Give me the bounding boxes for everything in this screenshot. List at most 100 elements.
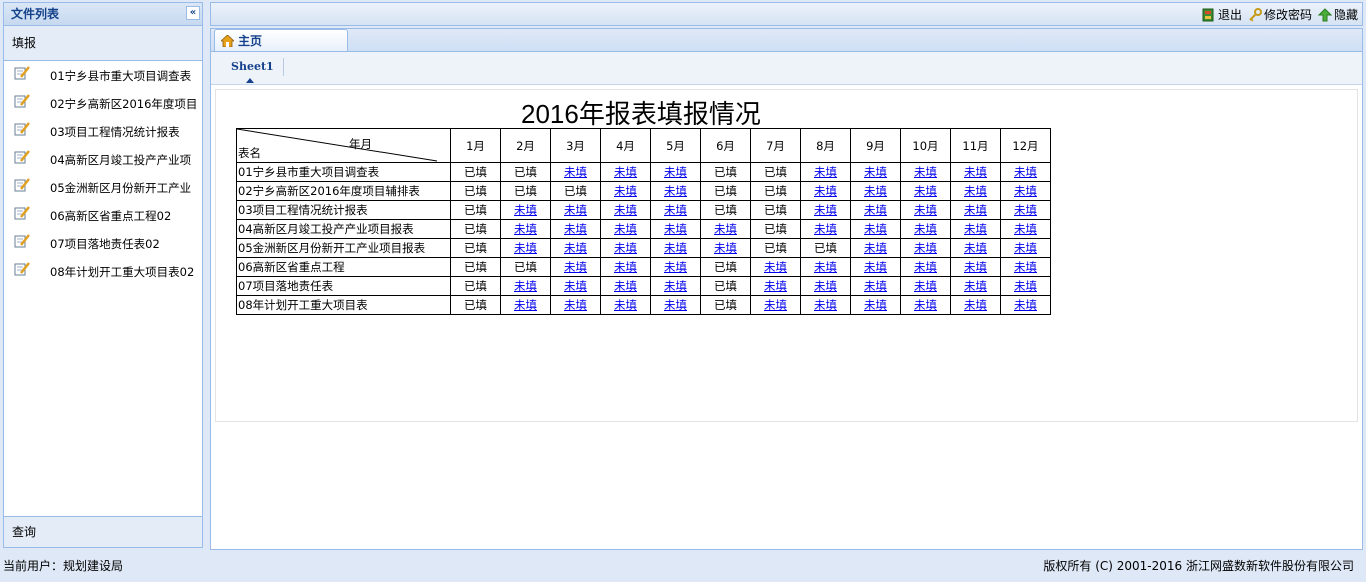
pending-link[interactable]: 未填 — [664, 203, 687, 217]
filled-status: 已填 — [464, 165, 487, 179]
pending-link[interactable]: 未填 — [514, 203, 537, 217]
status-cell: 未填 — [600, 181, 651, 201]
pending-link[interactable]: 未填 — [514, 222, 537, 236]
status-cell: 已填 — [700, 200, 751, 220]
tab-home-label: 主页 — [238, 34, 263, 48]
pending-link[interactable]: 未填 — [864, 203, 887, 217]
pending-link[interactable]: 未填 — [814, 165, 837, 179]
report-table: 年月 表名 1月 2月 3月 4月 5月 6月 7月 8月 9月 10月 11月 12月 01宁乡县市… — [236, 128, 1051, 315]
pending-link[interactable]: 未填 — [814, 298, 837, 312]
sheet-tab[interactable]: Sheet1 — [231, 60, 274, 73]
pending-link[interactable]: 未填 — [564, 203, 587, 217]
pending-link[interactable]: 未填 — [614, 165, 637, 179]
collapse-icon[interactable]: « — [186, 6, 200, 20]
pending-link[interactable]: 未填 — [764, 260, 787, 274]
pending-link[interactable]: 未填 — [664, 222, 687, 236]
pending-link[interactable]: 未填 — [964, 260, 987, 274]
query-section-header[interactable]: 查询 — [4, 516, 202, 547]
pending-link[interactable]: 未填 — [614, 298, 637, 312]
pending-link[interactable]: 未填 — [664, 184, 687, 198]
pending-link[interactable]: 未填 — [514, 241, 537, 255]
pending-link[interactable]: 未填 — [914, 260, 937, 274]
pending-link[interactable]: 未填 — [864, 260, 887, 274]
pending-link[interactable]: 未填 — [614, 184, 637, 198]
pending-link[interactable]: 未填 — [1014, 165, 1037, 179]
filled-status: 已填 — [464, 184, 487, 198]
pending-link[interactable]: 未填 — [914, 203, 937, 217]
pending-link[interactable]: 未填 — [514, 279, 537, 293]
pending-link[interactable]: 未填 — [964, 203, 987, 217]
pending-link[interactable]: 未填 — [614, 260, 637, 274]
pending-link[interactable]: 未填 — [964, 298, 987, 312]
table-row: 08年计划开工重大项目表 已填 未填 未填 未填 未填 已填 未填 未填 未填 未填 未填 未填 — [236, 295, 1051, 315]
pending-link[interactable]: 未填 — [614, 279, 637, 293]
pending-link[interactable]: 未填 — [564, 165, 587, 179]
fill-section-header[interactable]: 填报 — [4, 26, 202, 61]
pending-link[interactable]: 未填 — [814, 222, 837, 236]
pending-link[interactable]: 未填 — [864, 298, 887, 312]
pending-link[interactable]: 未填 — [714, 241, 737, 255]
pending-link[interactable]: 未填 — [964, 165, 987, 179]
pending-link[interactable]: 未填 — [564, 241, 587, 255]
pending-link[interactable]: 未填 — [914, 184, 937, 198]
file-list-item[interactable]: 04高新区月竣工投产产业项 — [4, 145, 202, 173]
status-cell: 已填 — [450, 162, 501, 182]
pending-link[interactable]: 未填 — [564, 298, 587, 312]
pending-link[interactable]: 未填 — [914, 165, 937, 179]
status-cell: 未填 — [500, 276, 551, 296]
report-title: 2016年报表填报情况 — [521, 99, 761, 129]
pending-link[interactable]: 未填 — [564, 222, 587, 236]
change-password-button[interactable]: 修改密码 — [1248, 6, 1312, 23]
pending-link[interactable]: 未填 — [864, 165, 887, 179]
pending-link[interactable]: 未填 — [664, 260, 687, 274]
file-list-item[interactable]: 06高新区省重点工程02 — [4, 201, 202, 229]
pending-link[interactable]: 未填 — [664, 298, 687, 312]
pending-link[interactable]: 未填 — [564, 279, 587, 293]
pending-link[interactable]: 未填 — [814, 279, 837, 293]
pending-link[interactable]: 未填 — [864, 241, 887, 255]
file-list-item[interactable]: 03项目工程情况统计报表 — [4, 117, 202, 145]
file-list-item[interactable]: 01宁乡县市重大项目调查表 — [4, 61, 202, 89]
pending-link[interactable]: 未填 — [664, 241, 687, 255]
tab-home[interactable]: 主页 — [214, 29, 348, 51]
file-list-item[interactable]: 05金洲新区月份新开工产业 — [4, 173, 202, 201]
pending-link[interactable]: 未填 — [1014, 260, 1037, 274]
pending-link[interactable]: 未填 — [964, 279, 987, 293]
pending-link[interactable]: 未填 — [714, 222, 737, 236]
pending-link[interactable]: 未填 — [864, 279, 887, 293]
hide-button[interactable]: 隐藏 — [1317, 6, 1358, 23]
pending-link[interactable]: 未填 — [1014, 203, 1037, 217]
pending-link[interactable]: 未填 — [964, 241, 987, 255]
logout-button[interactable]: 退出 — [1202, 6, 1242, 23]
pending-link[interactable]: 未填 — [1014, 298, 1037, 312]
pending-link[interactable]: 未填 — [764, 298, 787, 312]
pending-link[interactable]: 未填 — [914, 279, 937, 293]
status-cell: 未填 — [650, 238, 701, 258]
pending-link[interactable]: 未填 — [764, 279, 787, 293]
pending-link[interactable]: 未填 — [964, 222, 987, 236]
file-list-item[interactable]: 07项目落地责任表02 — [4, 229, 202, 257]
pending-link[interactable]: 未填 — [614, 203, 637, 217]
pending-link[interactable]: 未填 — [864, 184, 887, 198]
pending-link[interactable]: 未填 — [864, 222, 887, 236]
pending-link[interactable]: 未填 — [564, 260, 587, 274]
pending-link[interactable]: 未填 — [614, 222, 637, 236]
pending-link[interactable]: 未填 — [664, 165, 687, 179]
pending-link[interactable]: 未填 — [614, 241, 637, 255]
pending-link[interactable]: 未填 — [664, 279, 687, 293]
pending-link[interactable]: 未填 — [914, 222, 937, 236]
pending-link[interactable]: 未填 — [914, 298, 937, 312]
file-list-item[interactable]: 02宁乡高新区2016年度项目 — [4, 89, 202, 117]
pending-link[interactable]: 未填 — [914, 241, 937, 255]
pending-link[interactable]: 未填 — [814, 260, 837, 274]
pending-link[interactable]: 未填 — [514, 298, 537, 312]
pending-link[interactable]: 未填 — [814, 203, 837, 217]
pending-link[interactable]: 未填 — [964, 184, 987, 198]
pending-link[interactable]: 未填 — [1014, 279, 1037, 293]
pending-link[interactable]: 未填 — [814, 184, 837, 198]
pending-link[interactable]: 未填 — [1014, 241, 1037, 255]
file-list-item[interactable]: 08年计划开工重大项目表02 — [4, 257, 202, 285]
pending-link[interactable]: 未填 — [1014, 222, 1037, 236]
pending-link[interactable]: 未填 — [1014, 184, 1037, 198]
edit-document-icon — [14, 94, 30, 108]
